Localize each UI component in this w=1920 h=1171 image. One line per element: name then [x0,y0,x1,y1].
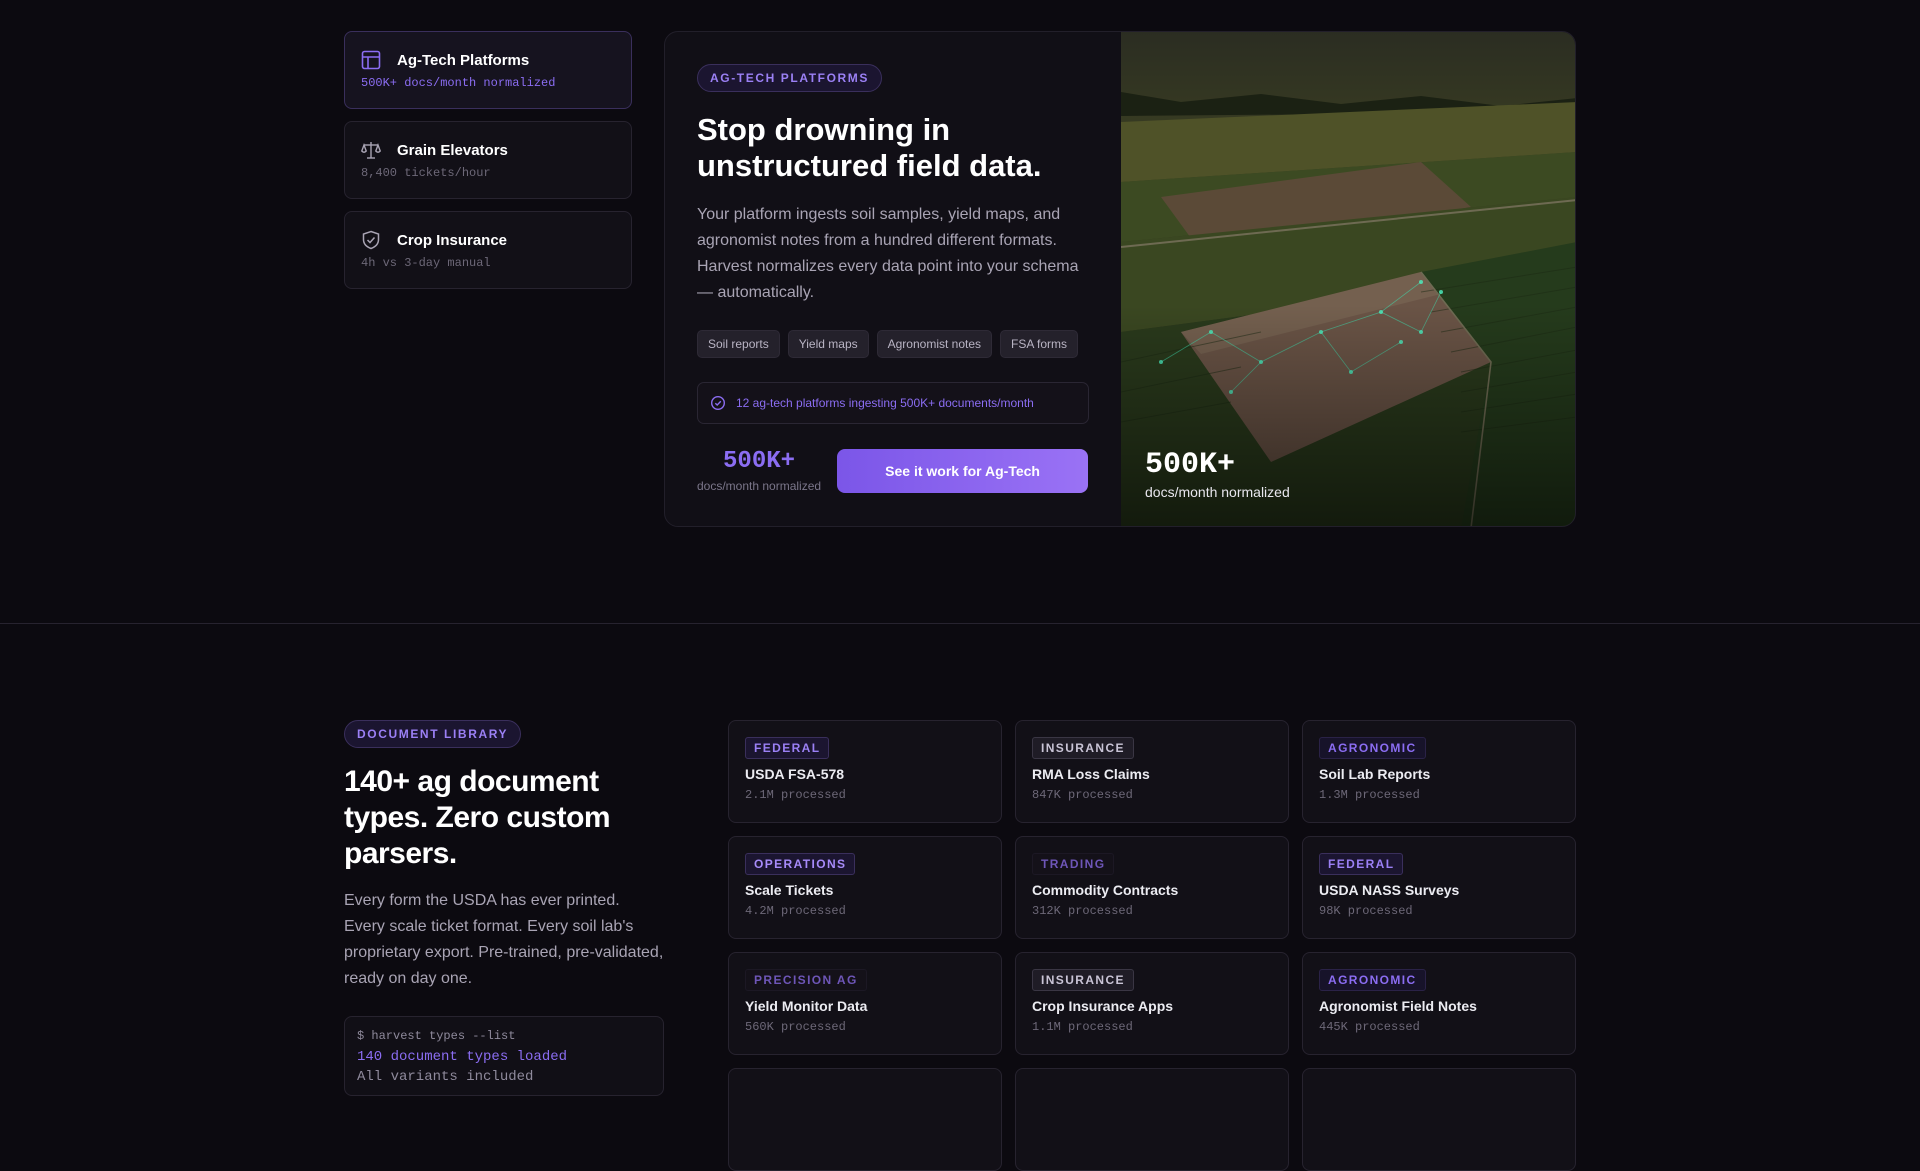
category-badge: FEDERAL [745,737,830,759]
industry-card-title: Ag-Tech Platforms [397,51,530,69]
industry-card-grain-elevators[interactable]: Grain Elevators 8,400 tickets/hour [344,121,632,199]
document-type-card[interactable] [728,1068,1002,1171]
library-pill: DOCUMENT LIBRARY [344,720,522,748]
category-badge: INSURANCE [1032,969,1134,991]
social-proof-notice: 12 ag-tech platforms ingesting 500K+ doc… [697,382,1089,424]
document-type-name: USDA NASS Surveys [1319,882,1460,898]
terminal-command: $ harvest types --list [357,1029,516,1043]
see-it-work-button[interactable]: See it work for Ag-Tech [837,448,1089,493]
image-stat-overlay: 500K+ docs/month normalized [1145,448,1290,500]
processed-count: 1.3M processed [1319,788,1420,802]
tag-chip: FSA forms [1000,330,1079,358]
document-type-grid: FEDERAL USDA FSA-578 2.1M processed INSURAN… [728,720,1576,1171]
image-stat-label: docs/month normalized [1145,484,1290,500]
category-badge: AGRONOMIC [1319,737,1426,759]
document-type-name: RMA Loss Claims [1032,766,1150,782]
category-badge: AGRONOMIC [1319,969,1426,991]
document-type-card[interactable]: OPERATIONS Scale Tickets 4.2M processed [728,836,1002,939]
scale-icon [361,140,381,160]
hero-stat: 500K+ docs/month normalized [697,448,821,493]
document-type-card[interactable]: PRECISION AG Yield Monitor Data 560K proce… [728,952,1002,1055]
check-circle-icon [710,395,726,411]
document-type-card[interactable]: TRADING Commodity Contracts 312K processed [1015,836,1289,939]
processed-count: 2.1M processed [745,788,846,802]
category-badge: OPERATIONS [745,853,856,875]
library-description: Every form the USDA has ever printed. Ev… [344,892,664,987]
industry-card-stat: 8,400 tickets/hour [361,166,491,180]
industry-card-stat: 500K+ docs/month normalized [361,76,556,90]
industry-card-ag-tech[interactable]: Ag-Tech Platforms 500K+ docs/month norma… [344,31,632,109]
industry-list: Ag-Tech Platforms 500K+ docs/month norma… [344,31,632,301]
document-type-card[interactable]: FEDERAL USDA FSA-578 2.1M processed [728,720,1002,823]
notice-text: 12 ag-tech platforms ingesting 500K+ doc… [736,396,1034,410]
document-type-card[interactable]: INSURANCE RMA Loss Claims 847K processed [1015,720,1289,823]
document-type-name: Soil Lab Reports [1319,766,1431,782]
category-badge: INSURANCE [1032,737,1134,759]
industry-card-crop-insurance[interactable]: Crop Insurance 4h vs 3-day manual [344,211,632,289]
processed-count: 560K processed [745,1020,846,1034]
hero-panel: AG-TECH PLATFORMS Stop drowning in unstr… [664,31,1576,527]
document-type-name: USDA FSA-578 [745,766,845,782]
document-type-name: Scale Tickets [745,882,834,898]
document-type-name: Yield Monitor Data [745,998,868,1014]
terminal-output-line: All variants included [357,1069,534,1085]
terminal-output-line: 140 document types loaded [357,1049,568,1065]
tag-chip: Soil reports [697,330,780,358]
document-type-name: Commodity Contracts [1032,882,1179,898]
farmland-aerial-image: 500K+ docs/month normalized [1121,32,1575,526]
hero-content: AG-TECH PLATFORMS Stop drowning in unstr… [665,32,1121,526]
layout-icon [361,50,381,70]
shield-icon [361,230,381,250]
processed-count: 98K processed [1319,904,1413,918]
industry-card-stat: 4h vs 3-day manual [361,256,491,270]
hero-category-pill: AG-TECH PLATFORMS [697,64,882,92]
processed-count: 445K processed [1319,1020,1420,1034]
tag-chip: Agronomist notes [876,330,993,358]
cta-row: 500K+ docs/month normalized See it work … [697,448,1089,493]
hero-tags: Soil reports Yield maps Agronomist notes… [697,330,1089,358]
processed-count: 1.1M processed [1032,1020,1133,1034]
processed-count: 847K processed [1032,788,1133,802]
category-badge: PRECISION AG [745,969,867,991]
hero-title: Stop drowning in unstructured field data… [697,112,1042,183]
library-title: 140+ ag document types. Zero custom pars… [344,765,611,870]
document-type-card[interactable]: FEDERAL USDA NASS Surveys 98K processed [1302,836,1576,939]
section-divider [0,623,1920,624]
terminal-snippet: $ harvest types --list 140 document type… [344,1016,664,1096]
library-intro: DOCUMENT LIBRARY 140+ ag document types.… [344,720,664,1096]
industry-card-title: Grain Elevators [397,141,508,159]
industry-card-title: Crop Insurance [397,231,508,249]
document-type-name: Crop Insurance Apps [1032,998,1174,1014]
document-type-card[interactable] [1302,1068,1576,1171]
document-type-card[interactable]: INSURANCE Crop Insurance Apps 1.1M process… [1015,952,1289,1055]
processed-count: 4.2M processed [745,904,846,918]
hero-stat-label: docs/month normalized [697,479,822,493]
document-type-card[interactable]: AGRONOMIC Soil Lab Reports 1.3M processed [1302,720,1576,823]
image-stat-value: 500K+ [1145,448,1236,482]
document-type-card[interactable]: AGRONOMIC Agronomist Field Notes 445K proc… [1302,952,1576,1055]
document-type-name: Agronomist Field Notes [1319,998,1477,1014]
processed-count: 312K processed [1032,904,1133,918]
category-badge: TRADING [1032,853,1115,875]
hero-description: Your platform ingests soil samples, yiel… [697,206,1079,301]
tag-chip: Yield maps [787,330,869,358]
document-type-card[interactable] [1015,1068,1289,1171]
hero-stat-value: 500K+ [723,448,796,475]
category-badge: FEDERAL [1319,853,1404,875]
